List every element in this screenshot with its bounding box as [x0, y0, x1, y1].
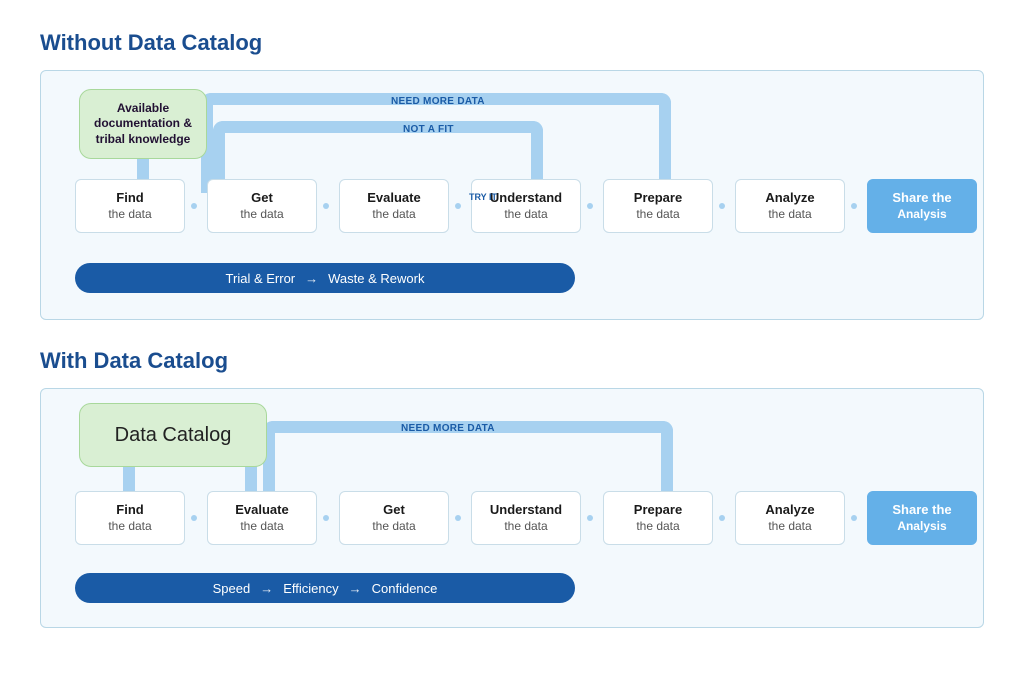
step-row-without: Findthe data Getthe data Evaluatethe dat…	[75, 179, 977, 233]
vconn-catalog-find	[137, 157, 149, 181]
pill-part-b: Waste & Rework	[328, 271, 424, 286]
loop-label-need-more-2: NEED MORE DATA	[401, 423, 495, 434]
loop-label-not-a-fit: NOT A FIT	[403, 124, 454, 135]
step-find-2: Findthe data	[75, 491, 185, 545]
step-share: Share theAnalysis	[867, 179, 977, 233]
step-share-2: Share theAnalysis	[867, 491, 977, 545]
step-prepare: Preparethe data	[603, 179, 713, 233]
pill-part-a2: Speed	[213, 581, 251, 596]
arrow-icon: →	[260, 581, 273, 596]
panel-with: NEED MORE DATA Data Catalog Findthe data…	[40, 388, 984, 628]
section-title-with: With Data Catalog	[40, 348, 984, 374]
step-prepare-2: Preparethe data	[603, 491, 713, 545]
step-analyze: Analyzethe data	[735, 179, 845, 233]
arrow-icon: →	[305, 271, 318, 286]
step-get-2: Getthe data	[339, 491, 449, 545]
vconn-catalog-eval-2	[245, 465, 257, 493]
step-get: Getthe data	[207, 179, 317, 233]
section-title-without: Without Data Catalog	[40, 30, 984, 56]
catalog-label-2: Data Catalog	[115, 424, 232, 447]
catalog-label: Available documentation & tribal knowled…	[86, 101, 200, 148]
catalog-box-without: Available documentation & tribal knowled…	[79, 89, 207, 159]
step-row-with: Findthe data Evaluatethe data Getthe dat…	[75, 491, 977, 545]
arrow-icon: →	[349, 581, 362, 596]
summary-pill-with: Speed → Efficiency → Confidence	[75, 573, 575, 603]
catalog-box-with: Data Catalog	[79, 403, 267, 467]
loop-label-need-more: NEED MORE DATA	[391, 96, 485, 107]
step-understand: Understandthe data	[471, 179, 581, 233]
pill-part-b2: Efficiency	[283, 581, 338, 596]
try-it-label: TRY IT	[469, 192, 497, 202]
step-evaluate-2: Evaluatethe data	[207, 491, 317, 545]
step-evaluate: Evaluatethe data	[339, 179, 449, 233]
vconn-catalog-find-2	[123, 465, 135, 493]
summary-pill-without: Trial & Error → Waste & Rework	[75, 263, 575, 293]
step-find: Findthe data	[75, 179, 185, 233]
step-understand-2: Understandthe data	[471, 491, 581, 545]
pill-part-c2: Confidence	[372, 581, 438, 596]
panel-without: NEED MORE DATA NOT A FIT TRY IT Availabl…	[40, 70, 984, 320]
step-analyze-2: Analyzethe data	[735, 491, 845, 545]
pill-part-a: Trial & Error	[226, 271, 296, 286]
